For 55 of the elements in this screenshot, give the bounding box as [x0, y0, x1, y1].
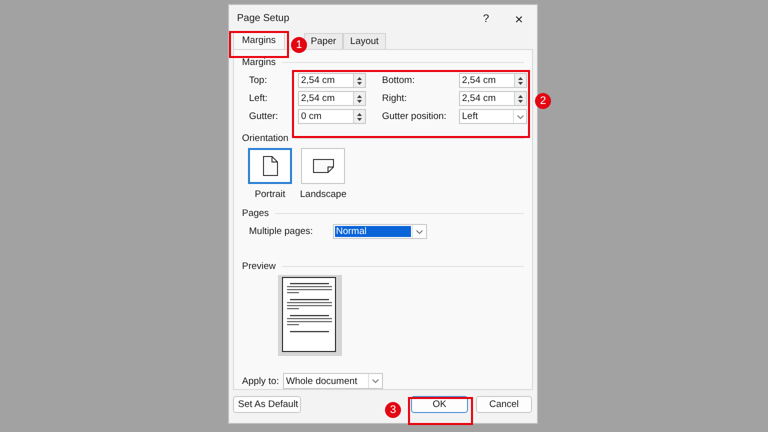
tab[interactable]: Layout [343, 33, 386, 49]
field-label: Top: [249, 75, 268, 86]
group-heading: Orientation [242, 133, 288, 144]
group-heading: Preview [242, 261, 276, 272]
field-label: Bottom: [382, 75, 416, 86]
spin-buttons[interactable] [353, 110, 365, 123]
down-arrow-icon [518, 100, 523, 102]
spin-field[interactable]: 2,54 cm [298, 91, 366, 106]
spin-buttons[interactable] [514, 74, 526, 87]
option-label: Portrait [254, 189, 286, 200]
group-heading: Margins [242, 57, 276, 68]
orientation-option[interactable] [248, 148, 292, 184]
close-button[interactable]: × [513, 10, 525, 26]
field-label: Apply to: [242, 376, 280, 386]
field-label: Gutter position: [382, 111, 443, 122]
spin-buttons[interactable] [353, 74, 365, 87]
option-label: Landscape [300, 189, 346, 200]
up-arrow-icon [357, 112, 362, 116]
orientation-option[interactable] [301, 148, 346, 184]
chevron-down-icon [372, 379, 379, 383]
up-arrow-icon [357, 76, 362, 80]
spin-field[interactable]: 0 cm [298, 109, 366, 124]
spin-buttons[interactable] [514, 92, 526, 105]
down-arrow-icon [357, 82, 362, 84]
up-arrow-icon [518, 94, 523, 98]
spin-field[interactable]: 2,54 cm [298, 73, 366, 88]
dropdown-field[interactable]: Whole document [283, 373, 383, 389]
portrait-page-icon [262, 156, 278, 176]
dialog-button[interactable]: Cancel [476, 396, 532, 413]
field-label: Right: [382, 93, 408, 104]
spin-field[interactable]: 2,54 cm [459, 91, 527, 106]
field-label: Gutter: [249, 111, 280, 122]
window-title: Page Setup [237, 13, 290, 24]
spin-buttons[interactable] [353, 92, 365, 105]
highlight-frame [229, 31, 289, 58]
group-heading: Pages [242, 208, 269, 219]
down-arrow-icon [357, 100, 362, 102]
up-arrow-icon [357, 94, 362, 98]
chevron-down-icon [516, 114, 524, 118]
down-arrow-icon [357, 118, 362, 120]
step-badge: 3 [385, 402, 401, 418]
field-label: Left: [249, 93, 268, 104]
field-label: Multiple pages: [249, 226, 314, 237]
tab[interactable]: Paper [304, 33, 344, 49]
step-badge: 2 [535, 93, 551, 109]
help-button[interactable]: ? [481, 12, 491, 24]
dropdown-field[interactable]: Left [459, 109, 527, 124]
spin-field[interactable]: 2,54 cm [459, 73, 527, 88]
chevron-down-icon [416, 230, 423, 234]
dialog-button[interactable]: Set As Default [233, 396, 301, 413]
landscape-page-icon [312, 159, 334, 173]
highlight-frame [408, 397, 473, 425]
down-arrow-icon [518, 82, 523, 84]
up-arrow-icon [518, 76, 523, 80]
dropdown-field[interactable]: Normal [333, 224, 427, 239]
